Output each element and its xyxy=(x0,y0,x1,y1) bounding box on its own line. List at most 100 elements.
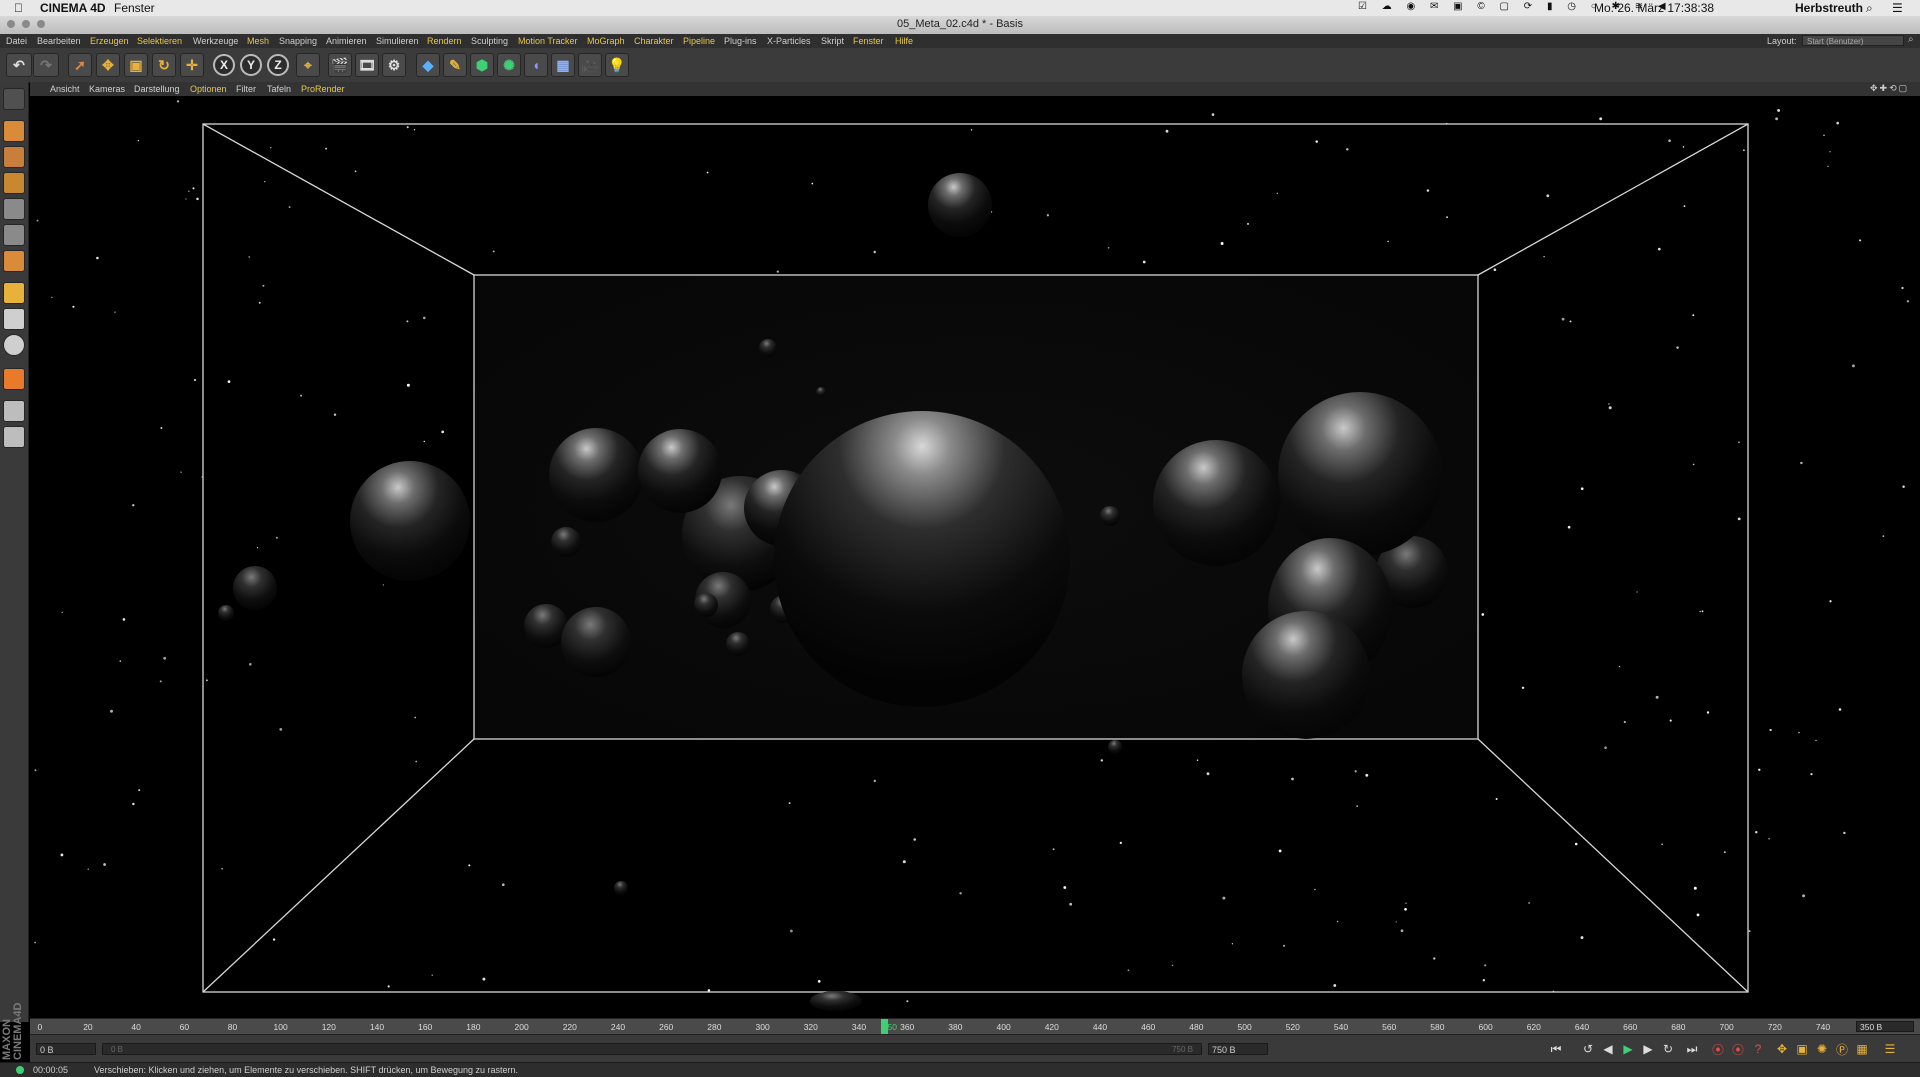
menu-item[interactable]: Fenster xyxy=(853,36,884,46)
edges-mode-icon[interactable] xyxy=(3,224,25,246)
keyframe-selection-icon[interactable]: ? xyxy=(1750,1041,1766,1057)
star xyxy=(1484,964,1487,967)
star xyxy=(1769,728,1772,732)
viewport-menu-item[interactable]: Filter xyxy=(236,84,256,94)
next-key-icon[interactable]: ↻ xyxy=(1660,1041,1676,1057)
camera-icon[interactable]: 🎥 xyxy=(578,53,602,77)
menu-item[interactable]: MoGraph xyxy=(587,36,625,46)
transform-tool-icon[interactable]: ✛ xyxy=(180,53,204,77)
star xyxy=(1246,222,1250,225)
menu-item[interactable]: Werkzeuge xyxy=(193,36,238,46)
star xyxy=(776,270,779,273)
light-icon[interactable]: 💡 xyxy=(605,53,629,77)
menu-item[interactable]: Charakter xyxy=(634,36,674,46)
scale-tool-icon[interactable]: ▣ xyxy=(124,53,148,77)
record-active-icon[interactable]: ⦿ xyxy=(1710,1041,1726,1057)
apple-icon[interactable]:  xyxy=(14,1,23,15)
viewport-menu-item[interactable]: Tafeln xyxy=(267,84,291,94)
coordinate-system-icon[interactable]: ⌖ xyxy=(296,53,320,77)
axis-mode-icon[interactable] xyxy=(3,282,25,304)
viewport-nav-icons[interactable]: ✥✚⟲▢ xyxy=(1870,83,1909,94)
menu-item[interactable]: Selektieren xyxy=(137,36,182,46)
select-tool-icon[interactable]: ➚ xyxy=(68,53,92,77)
timeline-end-field[interactable]: 350 B xyxy=(1856,1021,1914,1032)
redo-icon[interactable]: ↷ xyxy=(33,53,59,77)
menu-item[interactable]: X-Particles xyxy=(767,36,811,46)
position-key-icon[interactable]: ✥ xyxy=(1774,1041,1790,1057)
viewport-menu-item[interactable]: ProRender xyxy=(301,84,345,94)
layout-dropdown[interactable]: Start (Benutzer) xyxy=(1802,35,1904,46)
deformer-icon[interactable]: ◖ xyxy=(524,53,548,77)
undo-icon[interactable]: ↶ xyxy=(6,53,32,77)
previous-frame-icon[interactable]: ◀ xyxy=(1600,1041,1616,1057)
make-editable-icon[interactable] xyxy=(3,88,25,110)
timeline-window-icon[interactable]: ☰ xyxy=(1882,1041,1898,1057)
menu-item[interactable]: Bearbeiten xyxy=(37,36,81,46)
menu-item[interactable]: Snapping xyxy=(279,36,317,46)
tweak-mode-icon[interactable] xyxy=(3,308,25,330)
menu-item[interactable]: Pipeline xyxy=(683,36,715,46)
rotation-key-icon[interactable]: ✺ xyxy=(1814,1041,1830,1057)
go-to-start-icon[interactable]: ⏮ xyxy=(1548,1041,1564,1057)
z-axis-button[interactable]: Z xyxy=(267,54,289,76)
viewport-menu-item[interactable]: Ansicht xyxy=(50,84,80,94)
previous-key-icon[interactable]: ↺ xyxy=(1580,1041,1596,1057)
star xyxy=(248,256,251,258)
subdivision-surface-icon[interactable]: ⬢ xyxy=(470,53,494,77)
menu-item[interactable]: Sculpting xyxy=(471,36,508,46)
snap-icon[interactable] xyxy=(3,334,25,356)
magnet-icon[interactable] xyxy=(3,368,25,390)
menu-item[interactable]: Animieren xyxy=(326,36,367,46)
scale-key-icon[interactable]: ▣ xyxy=(1794,1041,1810,1057)
autokey-icon[interactable]: ⦿ xyxy=(1730,1041,1746,1057)
start-frame-field[interactable]: 0 B xyxy=(36,1043,96,1055)
timeline-tick-label: 540 xyxy=(1333,1022,1349,1032)
x-axis-button[interactable]: X xyxy=(213,54,235,76)
datetime[interactable]: Mo. 26. März 17:38:38 xyxy=(1594,1,1714,15)
render-settings-icon[interactable]: ⚙ xyxy=(382,53,406,77)
menu-item[interactable]: Erzeugen xyxy=(90,36,129,46)
play-icon[interactable]: ▶ xyxy=(1620,1041,1636,1057)
timeline-ruler[interactable]: 0 20 40 60 80 100 120 140 160 180 200 220 240 260 280 3… xyxy=(30,1018,1920,1035)
user-name[interactable]: Herbstreuth xyxy=(1795,1,1863,15)
next-frame-icon[interactable]: ▶ xyxy=(1640,1041,1656,1057)
point-level-icon[interactable]: ▦ xyxy=(1854,1041,1870,1057)
menu-item[interactable]: Datei xyxy=(6,36,27,46)
menu-item[interactable]: Mesh xyxy=(247,36,269,46)
polygons-mode-icon[interactable] xyxy=(3,250,25,272)
mac-menu-fenster[interactable]: Fenster xyxy=(114,1,155,15)
cloner-icon[interactable]: ✺ xyxy=(497,53,521,77)
go-to-end-icon[interactable]: ⏭ xyxy=(1684,1041,1700,1057)
viewport-menu-item[interactable]: Kameras xyxy=(89,84,125,94)
y-axis-button[interactable]: Y xyxy=(240,54,262,76)
workplane-icon[interactable] xyxy=(3,172,25,194)
cube-object-icon[interactable]: ◆ xyxy=(416,53,440,77)
viewport-menu-item[interactable]: Optionen xyxy=(190,84,227,94)
solo-icon[interactable] xyxy=(3,426,25,448)
lock-workplane-icon[interactable] xyxy=(3,400,25,422)
texture-mode-icon[interactable] xyxy=(3,146,25,168)
range-slider[interactable]: 0 B 750 B xyxy=(102,1043,1202,1055)
move-tool-icon[interactable]: ✥ xyxy=(96,53,120,77)
rotate-tool-icon[interactable]: ↻ xyxy=(152,53,176,77)
pen-spline-icon[interactable]: ✎ xyxy=(443,53,467,77)
menu-item[interactable]: Simulieren xyxy=(376,36,419,46)
notification-icon[interactable]: ☰ xyxy=(1892,1,1903,15)
3d-viewport[interactable] xyxy=(30,96,1920,1018)
search-icon[interactable]: ⌕ xyxy=(1908,34,1914,45)
viewport-menu-item[interactable]: Darstellung xyxy=(134,84,180,94)
menu-item[interactable]: Plug-ins xyxy=(724,36,757,46)
menu-item[interactable]: Hilfe xyxy=(895,36,913,46)
end-frame-field[interactable]: 750 B xyxy=(1208,1043,1268,1055)
render-view-icon[interactable]: 🎬 xyxy=(328,53,352,77)
render-picture-viewer-icon[interactable]: 🎞 xyxy=(355,53,379,77)
points-mode-icon[interactable] xyxy=(3,198,25,220)
model-mode-icon[interactable] xyxy=(3,120,25,142)
floor-icon[interactable]: ▦ xyxy=(551,53,575,77)
menu-item[interactable]: Skript xyxy=(821,36,844,46)
menu-item[interactable]: Rendern xyxy=(427,36,462,46)
spotlight-icon[interactable]: ⌕ xyxy=(1866,1,1873,16)
menu-item[interactable]: Motion Tracker xyxy=(518,36,578,46)
app-name[interactable]: CINEMA 4D xyxy=(40,1,106,15)
parameter-key-icon[interactable]: Ⓟ xyxy=(1834,1041,1850,1057)
